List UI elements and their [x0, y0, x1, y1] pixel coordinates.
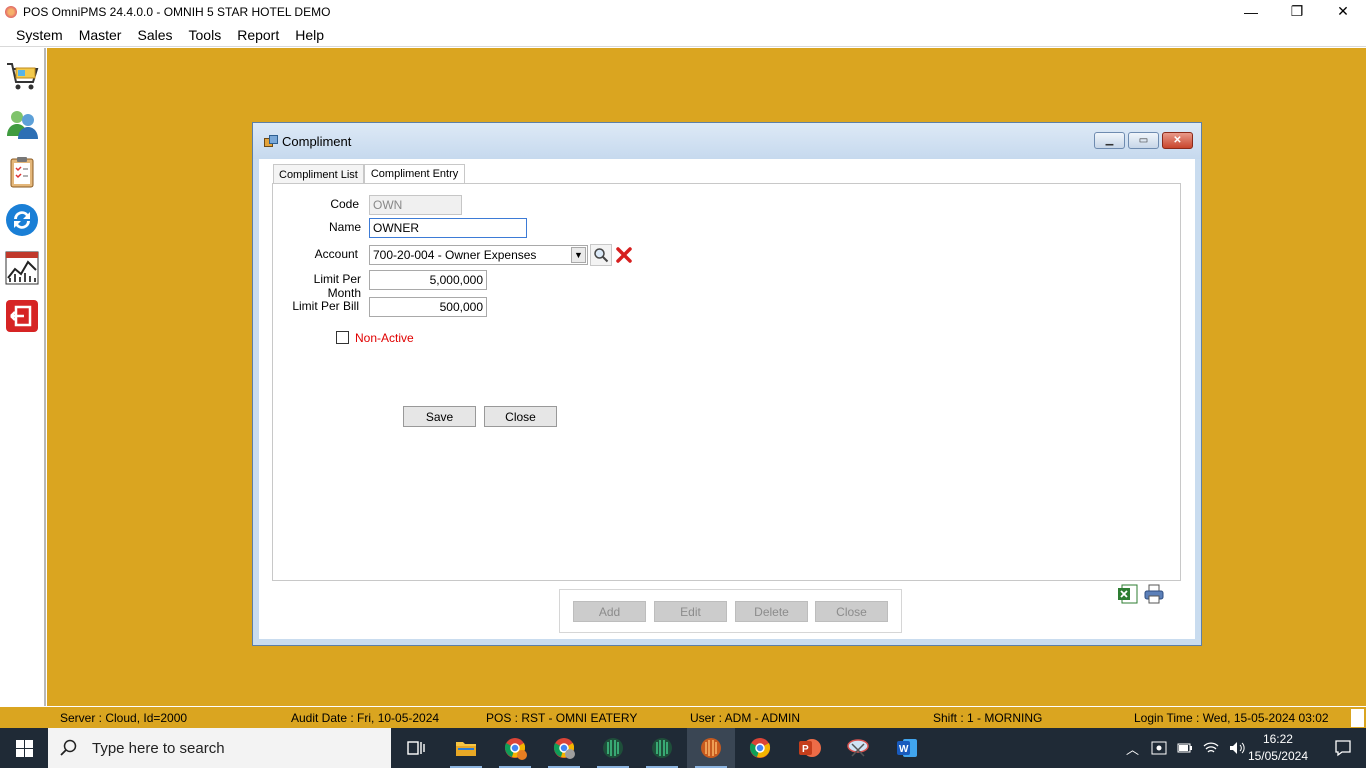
clock-date: 15/05/2024 — [1247, 749, 1308, 763]
app-logo-icon — [5, 5, 17, 18]
compliment-titlebar: Compliment ▁ ▭ ✕ — [253, 123, 1201, 159]
meet-now-icon[interactable] — [1151, 741, 1167, 755]
resize-grip[interactable] — [1351, 709, 1364, 727]
users-icon[interactable] — [2, 104, 42, 144]
status-pos: POS : RST - OMNI EATERY — [486, 711, 638, 725]
windows-start-icon[interactable] — [0, 728, 48, 768]
entry-tab-panel: Code OWN Name OWNER Account 700-20-004 -… — [272, 183, 1181, 581]
nonactive-label[interactable]: Non-Active — [355, 331, 414, 345]
notification-icon[interactable] — [1334, 739, 1352, 760]
window-form-icon — [264, 135, 278, 147]
clear-icon[interactable] — [614, 245, 634, 265]
chevron-down-icon[interactable]: ▼ — [571, 247, 586, 263]
wifi-icon[interactable] — [1203, 741, 1219, 755]
panel-close-button[interactable]: Close — [815, 601, 888, 622]
code-field: OWN — [369, 195, 462, 215]
code-label: Code — [330, 197, 359, 211]
battery-icon[interactable] — [1177, 742, 1193, 754]
window-controls: — ❐ ✕ — [1228, 0, 1366, 23]
powerpoint-icon[interactable]: P — [785, 728, 833, 768]
volume-icon[interactable] — [1229, 741, 1247, 755]
menu-sales[interactable]: Sales — [129, 23, 180, 47]
delete-button[interactable]: Delete — [735, 601, 808, 622]
limit-month-label: Limit Per Month — [313, 272, 361, 300]
window-body: Compliment List Compliment Entry Code OW… — [259, 159, 1195, 639]
taskbar-clock[interactable]: 16:22 15/05/2024 — [1248, 731, 1308, 765]
close-button[interactable]: ✕ — [1320, 0, 1366, 23]
clock-time: 16:22 — [1262, 732, 1293, 746]
chrome-remote-icon[interactable] — [540, 728, 588, 768]
svg-text:P: P — [802, 744, 809, 755]
limit-bill-label: Limit Per Bill — [292, 299, 359, 313]
exit-icon[interactable] — [2, 296, 42, 336]
omni-pos-icon[interactable] — [687, 728, 735, 768]
nonactive-checkbox[interactable] — [336, 331, 349, 344]
chrome-profile-icon[interactable] — [491, 728, 539, 768]
account-selected-value: 700-20-004 - Owner Expenses — [373, 248, 537, 262]
word-icon[interactable]: W — [883, 728, 931, 768]
add-button[interactable]: Add — [573, 601, 646, 622]
form-close-button[interactable]: Close — [484, 406, 557, 427]
app-title: POS OmniPMS 24.4.0.0 - OMNIH 5 STAR HOTE… — [23, 4, 331, 19]
limit-bill-field[interactable]: 500,000 — [369, 297, 487, 317]
omni-app-icon-1[interactable] — [589, 728, 637, 768]
file-explorer-icon[interactable] — [442, 728, 490, 768]
chevron-up-icon[interactable]: ︿ — [1126, 739, 1139, 758]
status-server: Server : Cloud, Id=2000 — [60, 711, 188, 725]
account-select[interactable]: 700-20-004 - Owner Expenses ▼ — [369, 245, 588, 265]
name-label: Name — [328, 220, 361, 234]
task-view-icon[interactable] — [392, 728, 440, 768]
limit-month-field[interactable]: 5,000,000 — [369, 270, 487, 290]
search-placeholder: Type here to search — [92, 739, 225, 757]
status-audit-date: Audit Date : Fri, 10-05-2024 — [291, 711, 440, 725]
child-close-button[interactable]: ✕ — [1162, 132, 1193, 149]
clipboard-icon[interactable] — [2, 152, 42, 192]
left-toolbar — [0, 48, 46, 706]
name-field[interactable]: OWNER — [369, 218, 527, 238]
command-panel: Add Edit Delete Close — [559, 589, 902, 633]
excel-export-icon[interactable] — [1117, 583, 1139, 605]
menu-master[interactable]: Master — [71, 23, 130, 47]
omni-app-icon-2[interactable] — [638, 728, 686, 768]
tab-strip: Compliment List Compliment Entry — [273, 162, 466, 185]
menu-report[interactable]: Report — [229, 23, 287, 47]
menu-system[interactable]: System — [8, 23, 71, 47]
status-shift: Shift : 1 - MORNING — [933, 711, 1043, 725]
cart-icon[interactable] — [2, 56, 42, 96]
status-login-time: Login Time : Wed, 15-05-2024 03:02 — [1134, 711, 1329, 725]
child-window-controls: ▁ ▭ ✕ — [1094, 132, 1193, 149]
menu-help[interactable]: Help — [287, 23, 332, 47]
chrome-icon[interactable] — [736, 728, 784, 768]
search-icon — [60, 739, 77, 756]
taskbar-search-box[interactable]: Type here to search — [48, 728, 391, 768]
edit-button[interactable]: Edit — [654, 601, 727, 622]
refresh-icon[interactable] — [2, 200, 42, 240]
app-titlebar: POS OmniPMS 24.4.0.0 - OMNIH 5 STAR HOTE… — [0, 0, 1366, 23]
minimize-button[interactable]: — — [1228, 0, 1274, 23]
menu-tools[interactable]: Tools — [181, 23, 230, 47]
print-icon[interactable] — [1143, 583, 1165, 605]
system-tray: ︿ — [1126, 728, 1247, 768]
search-icon[interactable] — [590, 244, 612, 266]
child-minimize-button[interactable]: ▁ — [1094, 132, 1125, 149]
tab-compliment-entry[interactable]: Compliment Entry — [363, 164, 466, 185]
svg-text:W: W — [899, 744, 909, 755]
restore-button[interactable]: ❐ — [1274, 0, 1320, 23]
tab-compliment-list[interactable]: Compliment List — [273, 164, 364, 184]
window-title: Compliment — [282, 133, 352, 149]
snipping-tool-icon[interactable] — [834, 728, 882, 768]
compliment-window: Compliment ▁ ▭ ✕ Compliment List Complim… — [252, 122, 1202, 646]
menu-bar: System Master Sales Tools Report Help — [0, 23, 1366, 47]
status-bar: Server : Cloud, Id=2000 Audit Date : Fri… — [0, 706, 1366, 728]
status-user: User : ADM - ADMIN — [690, 711, 801, 725]
chart-icon[interactable] — [2, 248, 42, 288]
child-maximize-button[interactable]: ▭ — [1128, 132, 1159, 149]
taskbar: Type here to search P W ︿ 16:22 15/05/20… — [0, 728, 1366, 768]
account-label: Account — [314, 247, 358, 261]
save-button[interactable]: Save — [403, 406, 476, 427]
